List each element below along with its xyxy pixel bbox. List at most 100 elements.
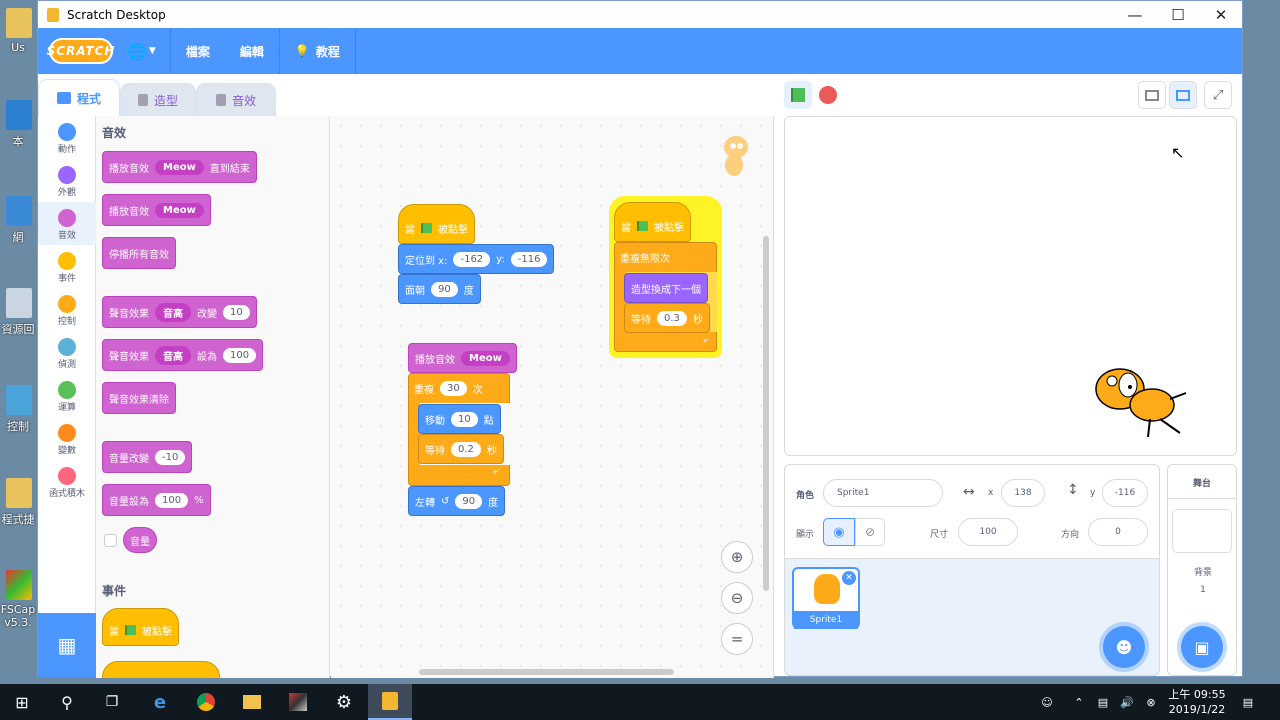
x-position-input[interactable]: 138 xyxy=(1001,479,1045,507)
people-button[interactable]: ☺ xyxy=(1027,684,1067,720)
block-next-hat-partial[interactable] xyxy=(102,661,220,678)
block-clear-effects[interactable]: 聲音效果清除 xyxy=(102,382,176,414)
y-input[interactable]: -116 xyxy=(510,251,548,267)
category-sound[interactable]: 音效 xyxy=(38,202,96,245)
category-control[interactable]: 控制 xyxy=(38,288,96,331)
script3-when-flag-clicked[interactable]: 當被點擊 xyxy=(614,202,691,242)
edit-menu[interactable]: 編輯 xyxy=(225,28,279,74)
file-menu[interactable]: 檔案 xyxy=(171,28,225,74)
block-set-effect[interactable]: 聲音效果 音高 設為 100 xyxy=(102,339,264,371)
notifications-button[interactable]: ▤ xyxy=(1228,684,1268,720)
desktop-icon-fscapture[interactable]: FSCap v5.3. xyxy=(0,570,36,629)
zoom-in-button[interactable]: ⊕ xyxy=(721,541,753,573)
large-stage-button[interactable] xyxy=(1169,81,1197,109)
volume-checkbox[interactable] xyxy=(104,534,117,547)
desktop-icon-user[interactable]: Us xyxy=(0,8,36,54)
stage-selector[interactable]: 舞台 背景 1 ▣ xyxy=(1167,464,1237,676)
script1-point-in-direction[interactable]: 面朝 90 度 xyxy=(398,274,481,304)
direction-input[interactable]: 90 xyxy=(431,281,458,297)
input-tray-button[interactable]: ⊗ xyxy=(1139,684,1163,720)
close-button[interactable]: ✕ xyxy=(1199,1,1243,28)
direction-input[interactable]: 0 xyxy=(1088,518,1148,546)
fullscreen-button[interactable]: ⤢ xyxy=(1204,81,1232,109)
category-events[interactable]: 事件 xyxy=(38,245,96,288)
script2-start-sound[interactable]: 播放音效 Meow xyxy=(408,343,517,373)
settings-taskbar-button[interactable]: ⚙ xyxy=(322,684,366,720)
number-input[interactable]: -10 xyxy=(155,449,186,465)
language-menu[interactable]: 🌐 ▼ xyxy=(113,28,170,74)
zoom-reset-button[interactable]: = xyxy=(721,623,753,655)
block-play-sound-until-done[interactable]: 播放音效 Meow 直到結束 xyxy=(102,151,257,183)
reporter-volume[interactable]: 音量 xyxy=(123,527,157,553)
minimize-button[interactable]: — xyxy=(1113,1,1157,28)
desktop-icon-shortcut[interactable]: 程式捷 xyxy=(0,478,36,527)
network-tray-button[interactable]: ▤ xyxy=(1091,684,1115,720)
effect-dropdown[interactable]: 音高 xyxy=(155,302,191,322)
x-input[interactable]: -162 xyxy=(453,251,491,267)
tutorials-menu[interactable]: 💡 教程 xyxy=(280,28,355,74)
show-hidden-button[interactable]: ⊘ xyxy=(855,518,885,546)
script2-turn-left[interactable]: 左轉 ↺ 90 度 xyxy=(408,486,506,516)
script2-wait[interactable]: 等待 0.2 秒 xyxy=(418,434,504,464)
size-input[interactable]: 100 xyxy=(958,518,1018,546)
number-input[interactable]: 100 xyxy=(155,492,189,508)
repeat-count-input[interactable]: 30 xyxy=(440,380,467,396)
script2-move-steps[interactable]: 移動 10 點 xyxy=(418,404,501,434)
zoom-out-button[interactable]: ⊖ xyxy=(721,582,753,614)
block-start-sound[interactable]: 播放音效 Meow xyxy=(102,194,211,226)
green-flag-button[interactable] xyxy=(784,81,812,109)
volume-tray-button[interactable]: 🔊 xyxy=(1115,684,1139,720)
choose-sprite-button[interactable]: ☻ xyxy=(1103,626,1145,668)
stop-button[interactable] xyxy=(814,81,842,109)
block-set-volume[interactable]: 音量設為 100% xyxy=(102,484,211,516)
script-vertical-scrollbar[interactable] xyxy=(763,236,769,591)
category-motion[interactable]: 動作 xyxy=(38,116,96,159)
stage-canvas[interactable]: ↖ xyxy=(784,116,1237,456)
category-operators[interactable]: 運算 xyxy=(38,374,96,417)
backdrop-thumbnail[interactable] xyxy=(1172,509,1232,553)
category-sensing[interactable]: 偵測 xyxy=(38,331,96,374)
wait-input[interactable]: 0.3 xyxy=(657,310,687,326)
category-my-blocks[interactable]: 函式積木 xyxy=(38,460,96,503)
script-horizontal-scrollbar[interactable] xyxy=(419,669,674,675)
block-change-effect[interactable]: 聲音效果 音高 改變 10 xyxy=(102,296,257,328)
chrome-taskbar-button[interactable] xyxy=(184,684,228,720)
sprite-cat-on-stage[interactable] xyxy=(1090,349,1190,441)
show-visible-button[interactable]: ◉ xyxy=(823,518,855,546)
tab-sounds[interactable]: 音效 xyxy=(196,83,276,116)
y-position-input[interactable]: -116 xyxy=(1102,479,1148,507)
number-input[interactable]: 100 xyxy=(223,347,257,363)
scratch-logo[interactable]: SCRATCH xyxy=(47,38,114,64)
block-when-flag-clicked[interactable]: 當被點擊 xyxy=(102,608,179,646)
number-input[interactable]: 10 xyxy=(223,304,250,320)
edge-taskbar-button[interactable]: e xyxy=(138,684,182,720)
script1-when-flag-clicked[interactable]: 當被點擊 xyxy=(398,204,475,244)
script1-go-to-xy[interactable]: 定位到 x: -162 y: -116 xyxy=(398,244,555,274)
desktop-icon-pc[interactable]: 本 xyxy=(0,100,36,149)
desktop-icon-recycle[interactable]: 資源回 xyxy=(0,288,36,337)
script3-next-costume[interactable]: 造型換成下一個 xyxy=(624,273,708,303)
category-variables[interactable]: 變數 xyxy=(38,417,96,460)
degrees-input[interactable]: 90 xyxy=(455,493,483,509)
small-stage-button[interactable] xyxy=(1138,81,1166,109)
tab-code[interactable]: 程式 xyxy=(38,79,120,116)
sprite-name-input[interactable]: Sprite1 xyxy=(823,479,943,507)
sprite-thumbnail-sprite1[interactable]: ✕ Sprite1 xyxy=(792,567,860,629)
sound-dropdown[interactable]: Meow xyxy=(461,350,510,366)
start-button[interactable]: ⊞ xyxy=(0,684,44,720)
wait-input[interactable]: 0.2 xyxy=(451,441,481,457)
tray-expand-button[interactable]: ⌃ xyxy=(1067,684,1091,720)
task-view-button[interactable]: ❐ xyxy=(90,684,134,720)
maximize-button[interactable]: ☐ xyxy=(1156,1,1200,28)
scratch-taskbar-button[interactable] xyxy=(368,684,412,720)
block-stop-all-sounds[interactable]: 停播所有音效 xyxy=(102,237,176,269)
sound-dropdown[interactable]: Meow xyxy=(155,159,204,175)
desktop-icon-control[interactable]: 控制 xyxy=(0,385,36,434)
tab-costumes[interactable]: 造型 xyxy=(120,83,196,116)
effect-dropdown[interactable]: 音高 xyxy=(155,345,191,365)
script3-wait[interactable]: 等待 0.3 秒 xyxy=(624,303,710,333)
search-button[interactable]: ⚲ xyxy=(45,684,89,720)
app-taskbar-button[interactable] xyxy=(276,684,320,720)
add-extension-button[interactable]: ▦ xyxy=(38,613,96,677)
delete-sprite-icon[interactable]: ✕ xyxy=(842,571,856,585)
